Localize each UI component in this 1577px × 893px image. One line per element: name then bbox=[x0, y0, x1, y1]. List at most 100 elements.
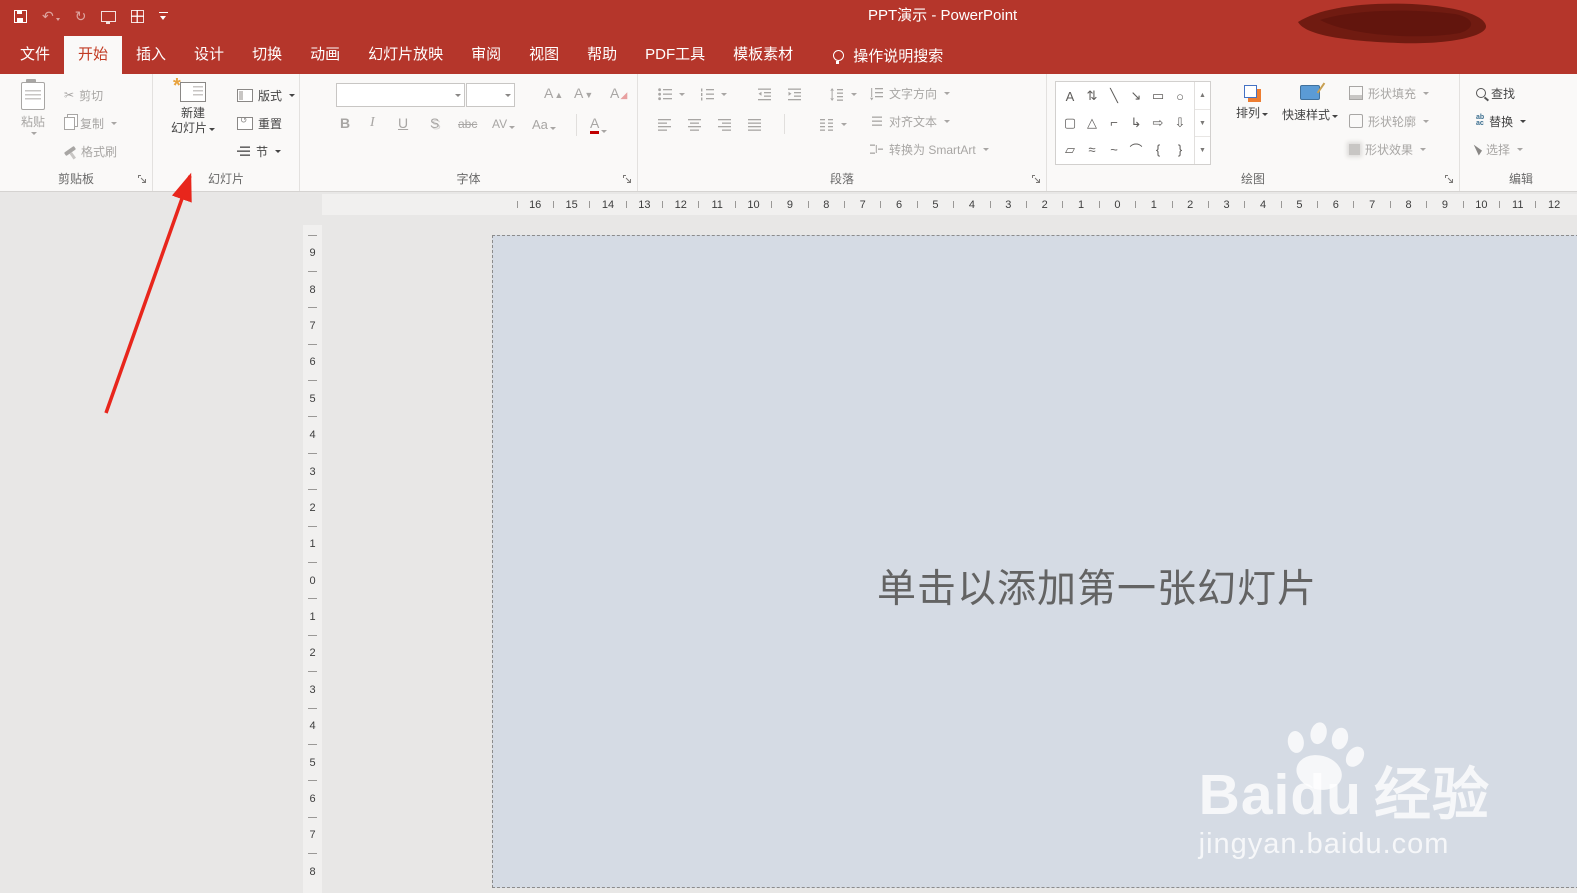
arrange-button[interactable]: 排列 bbox=[1229, 82, 1275, 121]
cut-button[interactable]: ✂ 剪切 bbox=[64, 85, 103, 105]
text-box-shape-icon[interactable]: A bbox=[1060, 85, 1080, 107]
vertical-text-box-shape-icon[interactable]: ⇅ bbox=[1082, 85, 1102, 107]
change-case-button[interactable]: Aa bbox=[532, 118, 556, 131]
save-icon[interactable] bbox=[14, 9, 27, 23]
arc-shape-icon[interactable]: ⌒ bbox=[1126, 139, 1146, 161]
rectangle-shape-icon[interactable]: ▭ bbox=[1148, 85, 1168, 107]
down-block-arrow-shape-icon[interactable]: ⇩ bbox=[1170, 112, 1190, 134]
replace-button[interactable]: ab ac 替换 bbox=[1476, 111, 1527, 131]
oval-shape-icon[interactable]: ○ bbox=[1170, 85, 1190, 107]
elbow-connector-shape-icon[interactable]: ⌐ bbox=[1104, 112, 1124, 134]
font-name-select[interactable] bbox=[336, 83, 465, 107]
h-ruler-mark: 11 bbox=[698, 194, 735, 215]
convert-to-smartart-button[interactable]: 转换为 SmartArt bbox=[870, 139, 989, 159]
decrease-font-size-button[interactable]: A ▼ bbox=[574, 86, 593, 100]
start-slideshow-icon[interactable] bbox=[101, 10, 117, 24]
rounded-rectangle-shape-icon[interactable]: ▢ bbox=[1060, 112, 1080, 134]
curve-shape-icon[interactable]: ≈ bbox=[1082, 139, 1102, 161]
h-ruler-mark: 5 bbox=[1280, 194, 1317, 215]
paste-button[interactable]: 粘贴 bbox=[10, 79, 56, 136]
underline-button[interactable]: U bbox=[398, 116, 408, 130]
undo-icon[interactable]: ↶ bbox=[42, 9, 60, 23]
font-size-select[interactable] bbox=[466, 83, 515, 107]
clear-formatting-button[interactable]: A ◢ bbox=[610, 86, 627, 100]
right-block-arrow-shape-icon[interactable]: ⇨ bbox=[1148, 112, 1168, 134]
decrease-indent-button[interactable] bbox=[758, 84, 772, 104]
italic-button[interactable]: I bbox=[370, 116, 375, 130]
add-first-slide-placeholder[interactable]: 单击以添加第一张幻灯片 bbox=[877, 558, 1317, 614]
vertical-ruler: 987654321012345678 bbox=[303, 225, 322, 893]
font-dialog-launcher-icon[interactable] bbox=[622, 174, 634, 186]
slide-canvas[interactable]: 单击以添加第一张幻灯片 Bai du 经验 jingyan.baidu.com bbox=[492, 235, 1577, 888]
tab-切换[interactable]: 切换 bbox=[238, 36, 296, 74]
align-right-button[interactable] bbox=[718, 114, 732, 134]
customize-quick-access-toolbar-icon[interactable] bbox=[159, 11, 169, 21]
shapes-more-icon[interactable]: ▼ bbox=[1195, 137, 1210, 164]
tab-文件[interactable]: 文件 bbox=[6, 36, 64, 74]
copy-button[interactable]: 复制 bbox=[64, 113, 118, 133]
paragraph-dialog-launcher-icon[interactable] bbox=[1031, 174, 1043, 186]
reset-button[interactable]: 重置 bbox=[237, 113, 282, 133]
tab-动画[interactable]: 动画 bbox=[296, 36, 354, 74]
tab-模板素材[interactable]: 模板素材 bbox=[719, 36, 807, 74]
format-painter-button[interactable]: 格式刷 bbox=[63, 141, 117, 161]
shapes-scroll-down-icon[interactable]: ▼ bbox=[1195, 108, 1210, 138]
tab-幻灯片放映[interactable]: 幻灯片放映 bbox=[354, 36, 457, 74]
columns-button[interactable] bbox=[820, 114, 847, 134]
quick-styles-button[interactable]: 快速样式 bbox=[1281, 82, 1339, 123]
tab-开始[interactable]: 开始 bbox=[64, 36, 123, 74]
tab-审阅[interactable]: 审阅 bbox=[457, 36, 515, 74]
align-center-button[interactable] bbox=[688, 114, 702, 134]
bullets-button[interactable] bbox=[658, 84, 685, 104]
font-color-button[interactable]: A bbox=[590, 116, 608, 134]
tab-视图[interactable]: 视图 bbox=[515, 36, 573, 74]
text-direction-icon bbox=[870, 86, 884, 101]
h-ruler-mark: 13 bbox=[625, 194, 662, 215]
layout-icon bbox=[237, 88, 253, 102]
drawing-group-label: 绘图 bbox=[1240, 172, 1265, 186]
align-text-button[interactable]: 对齐文本 bbox=[870, 111, 951, 131]
triangle-shape-icon[interactable]: △ bbox=[1082, 112, 1102, 134]
tell-me-search[interactable]: 操作说明搜索 bbox=[833, 36, 943, 74]
new-slide-button[interactable]: 新建 幻灯片 bbox=[169, 74, 217, 136]
align-left-button[interactable] bbox=[658, 114, 672, 134]
line-shape-icon[interactable]: ╲ bbox=[1104, 85, 1124, 107]
drawing-dialog-launcher-icon[interactable] bbox=[1444, 174, 1456, 186]
redo-icon[interactable]: ↻ bbox=[75, 9, 87, 23]
touch-mouse-mode-icon[interactable] bbox=[131, 9, 145, 23]
freeform-shape-icon[interactable]: ▱ bbox=[1060, 139, 1080, 161]
strikethrough-button[interactable]: abc bbox=[458, 118, 477, 130]
text-direction-button[interactable]: 文字方向 bbox=[870, 83, 951, 103]
tab-PDF工具[interactable]: PDF工具 bbox=[631, 36, 719, 74]
increase-font-size-button[interactable]: A ▲ bbox=[544, 86, 563, 100]
tab-帮助[interactable]: 帮助 bbox=[573, 36, 631, 74]
character-spacing-button[interactable]: AV bbox=[492, 118, 516, 130]
right-brace-shape-icon[interactable]: } bbox=[1170, 139, 1190, 161]
shape-effects-button[interactable]: 形状效果 bbox=[1349, 139, 1427, 159]
text-shadow-button[interactable]: S bbox=[430, 116, 439, 130]
scribble-shape-icon[interactable]: ~ bbox=[1104, 139, 1124, 161]
clipboard-dialog-launcher-icon[interactable] bbox=[137, 174, 149, 186]
line-spacing-button[interactable] bbox=[830, 84, 857, 104]
layout-button[interactable]: 版式 bbox=[237, 85, 296, 105]
shape-fill-button[interactable]: 形状填充 bbox=[1349, 83, 1430, 103]
shapes-scroll-up-icon[interactable]: ▲ bbox=[1195, 82, 1210, 109]
find-button[interactable]: 查找 bbox=[1476, 83, 1515, 103]
section-button[interactable]: 节 bbox=[237, 141, 282, 161]
justify-button[interactable] bbox=[748, 114, 762, 134]
ribbon-tab-row: 文件 开始 插入 设计 切换 动画 幻灯片放映 审阅 视图 帮助 PDF工具 模板素材 操作说明搜索 bbox=[0, 32, 1577, 74]
h-ruler-mark: 4 bbox=[953, 194, 990, 215]
v-ruler-mark: 6 bbox=[303, 343, 322, 380]
tab-插入[interactable]: 插入 bbox=[122, 36, 180, 74]
select-button[interactable]: 选择 bbox=[1473, 139, 1524, 159]
tab-设计[interactable]: 设计 bbox=[180, 36, 238, 74]
bold-button[interactable]: B bbox=[340, 116, 350, 130]
h-ruler-mark: 7 bbox=[844, 194, 881, 215]
elbow-arrow-connector-shape-icon[interactable]: ↳ bbox=[1126, 112, 1146, 134]
shape-outline-button[interactable]: 形状轮廓 bbox=[1349, 111, 1430, 131]
arrow-line-shape-icon[interactable]: ↘ bbox=[1126, 85, 1146, 107]
numbering-button[interactable] bbox=[700, 84, 727, 104]
baidu-jingyan-watermark: Bai du 经验 jingyan.baidu.com bbox=[1199, 722, 1490, 861]
increase-indent-button[interactable] bbox=[788, 84, 802, 104]
left-brace-shape-icon[interactable]: { bbox=[1148, 139, 1168, 161]
